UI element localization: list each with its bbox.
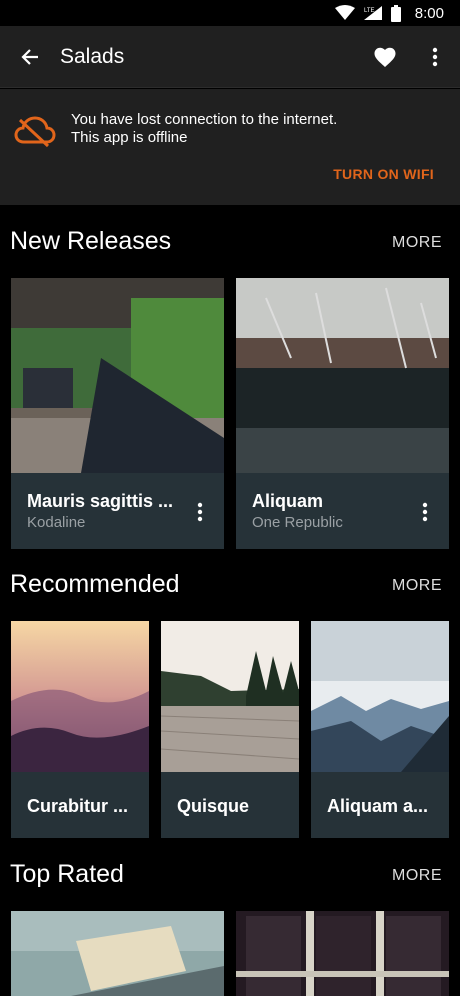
offline-message: You have lost connection to the internet… (71, 111, 337, 147)
app-bar: Salads (0, 26, 460, 88)
recommended-more-button[interactable]: MORE (392, 577, 442, 595)
album-title: Aliquam a... (327, 796, 429, 816)
album-title: Aliquam (252, 491, 324, 511)
offline-message-line2: This app is offline (71, 129, 188, 146)
album-card[interactable]: Aliquam One Republic (236, 278, 449, 549)
album-card[interactable]: Quisque (161, 621, 299, 838)
offline-message-line1: You have lost connection to the internet… (71, 111, 338, 128)
lte-signal-icon: LTE (363, 6, 382, 20)
album-card[interactable] (236, 911, 449, 996)
more-vert-icon (432, 47, 438, 66)
album-art-image (161, 621, 299, 772)
new-releases-more-button[interactable]: MORE (392, 234, 442, 252)
overflow-menu-button[interactable] (410, 26, 460, 88)
page-title: Salads (60, 44, 125, 68)
heart-icon (374, 47, 396, 67)
battery-icon (390, 4, 401, 22)
album-card[interactable] (11, 911, 224, 996)
top-rated-more-button[interactable]: MORE (392, 867, 442, 885)
album-art-image (11, 621, 149, 772)
back-button[interactable] (0, 26, 60, 88)
svg-text:LTE: LTE (364, 8, 375, 14)
card-menu-button[interactable] (188, 500, 212, 524)
album-art-image (11, 911, 224, 996)
album-title: Quisque (177, 796, 250, 816)
album-art-image (236, 911, 449, 996)
new-releases-title: New Releases (10, 227, 172, 255)
album-card[interactable]: Curabitur ... (11, 621, 149, 838)
album-title: Curabitur ... (27, 796, 129, 816)
turn-on-wifi-button[interactable]: TURN ON WIFI (333, 166, 434, 182)
cloud-off-icon (14, 116, 56, 148)
top-rated-title: Top Rated (10, 860, 124, 888)
album-card[interactable]: Mauris sagittis ... Kodaline (11, 278, 224, 549)
album-artist: One Republic (252, 514, 343, 531)
card-menu-button[interactable] (413, 500, 437, 524)
status-time: 8:00 (414, 4, 444, 22)
album-art-image (11, 278, 224, 473)
more-vert-icon (422, 502, 428, 522)
offline-banner: You have lost connection to the internet… (0, 89, 460, 205)
album-card[interactable]: Aliquam a... (311, 621, 449, 838)
more-vert-icon (197, 502, 203, 522)
album-art-image (236, 278, 449, 473)
status-bar: LTE 8:00 (0, 0, 460, 26)
album-artist: Kodaline (27, 514, 86, 531)
album-title: Mauris sagittis ... (27, 491, 174, 511)
recommended-title: Recommended (10, 570, 180, 598)
arrow-back-icon (21, 48, 38, 65)
album-art-image (311, 621, 449, 772)
favorite-button[interactable] (360, 26, 410, 88)
wifi-icon (334, 5, 355, 20)
